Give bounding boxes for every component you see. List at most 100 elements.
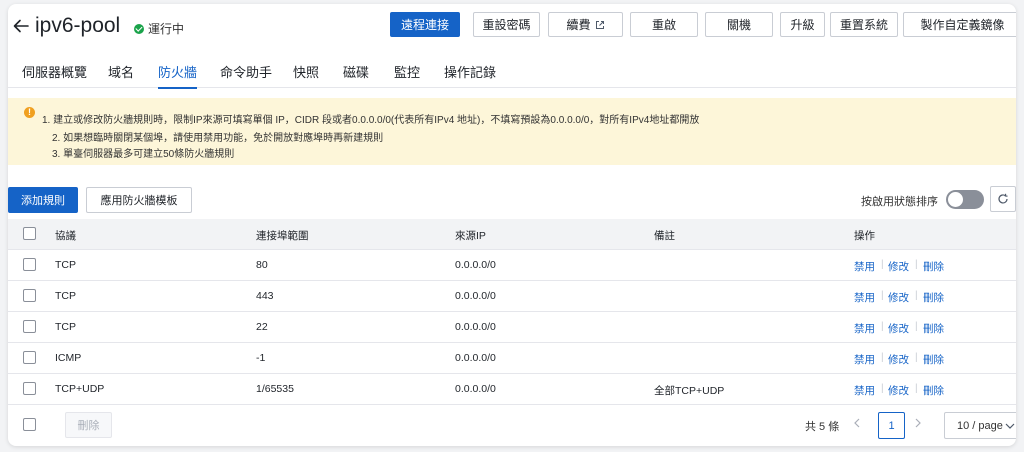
notice-line-2: 2. 如果想臨時關閉某個埠，請使用禁用功能，免於開放對應埠時再新建規則 [52, 133, 384, 144]
button-label: 關機 [726, 18, 751, 32]
page-number-1[interactable]: 1 [878, 412, 905, 439]
edit-rule-link[interactable]: 修改 [888, 259, 909, 274]
warning-icon: ! [24, 107, 35, 118]
row-checkbox[interactable] [23, 258, 36, 271]
tab-domain[interactable]: 域名 [108, 62, 134, 88]
button-label: 升級 [790, 18, 815, 32]
notice-line-3: 3. 單臺伺服器最多可建立50條防火牆規則 [52, 149, 235, 160]
action-separator: | [915, 383, 918, 394]
tab-firewall[interactable]: 防火牆 [158, 62, 198, 89]
tab-snapshot[interactable]: 快照 [293, 62, 319, 88]
row-checkbox[interactable] [23, 289, 36, 302]
sort-by-status-toggle[interactable] [946, 190, 984, 209]
footer-select-all-checkbox[interactable] [23, 418, 36, 431]
upgrade-button[interactable]: 升級 [780, 12, 825, 37]
toggle-knob [948, 192, 963, 207]
col-source-ip-cell: 0.0.0.0/0 [455, 383, 496, 395]
bulk-delete-button[interactable]: 刪除 [65, 412, 112, 438]
edit-rule-link[interactable]: 修改 [888, 290, 909, 305]
tab-monitoring[interactable]: 監控 [394, 62, 420, 88]
select-all-checkbox[interactable] [23, 227, 36, 240]
edit-rule-link[interactable]: 修改 [888, 321, 909, 336]
disable-rule-link[interactable]: 禁用 [854, 352, 875, 367]
col-source-ip-cell: 0.0.0.0/0 [455, 259, 496, 271]
reset-password-button[interactable]: 重設密碼 [473, 12, 540, 37]
col-protocol-cell: TCP [55, 321, 76, 333]
row-checkbox[interactable] [23, 382, 36, 395]
page-title: ipv6-pool [35, 14, 121, 37]
button-label: 遠程連接 [400, 18, 449, 32]
col-port-range-cell: -1 [256, 352, 266, 364]
tab-command-helper[interactable]: 命令助手 [220, 62, 272, 88]
edit-rule-link[interactable]: 修改 [888, 383, 909, 398]
col-port-range-cell: 1/65535 [256, 383, 294, 395]
back-arrow-icon[interactable] [12, 17, 30, 35]
col-note-header: 備註 [654, 230, 675, 242]
restart-button[interactable]: 重啟 [630, 12, 698, 37]
delete-rule-link[interactable]: 刪除 [923, 321, 944, 336]
col-note-cell: 全部TCP+UDP [654, 385, 725, 397]
remote-connect-button[interactable]: 遠程連接 [390, 12, 460, 37]
disable-rule-link[interactable]: 禁用 [854, 259, 875, 274]
col-protocol-cell: TCP+UDP [55, 383, 105, 395]
table-row: TCP 80 0.0.0.0/0 禁用 | 修改 | 刪除 [8, 250, 1016, 281]
col-source-ip-cell: 0.0.0.0/0 [455, 352, 496, 364]
chevron-down-icon [1005, 423, 1015, 429]
instance-header: ipv6-pool 運行中 遠程連接 重設密碼 續費 重啟 關機 升級 重置系統 製作自定義鏡… [8, 4, 1016, 48]
tab-bar: 伺服器概覽 域名 防火牆 命令助手 快照 磁碟 監控 操作記錄 [8, 62, 1016, 89]
delete-rule-link[interactable]: 刪除 [923, 383, 944, 398]
tab-server-overview[interactable]: 伺服器概覽 [22, 62, 87, 88]
edit-rule-link[interactable]: 修改 [888, 352, 909, 367]
col-protocol-cell: TCP [55, 259, 76, 271]
check-circle-icon [134, 23, 144, 34]
col-actions-header: 操作 [854, 230, 875, 242]
status-badge: 運行中 [134, 20, 184, 37]
action-separator: | [881, 259, 884, 270]
action-separator: | [881, 383, 884, 394]
tab-disk[interactable]: 磁碟 [343, 62, 369, 88]
refresh-button[interactable] [990, 186, 1016, 212]
next-page-icon[interactable] [911, 416, 925, 430]
action-separator: | [915, 290, 918, 301]
button-label: 製作自定義鏡像 [920, 18, 1005, 32]
col-source-ip-cell: 0.0.0.0/0 [455, 290, 496, 302]
table-row: TCP 22 0.0.0.0/0 禁用 | 修改 | 刪除 [8, 312, 1016, 343]
apply-template-button[interactable]: 應用防火牆模板 [86, 187, 192, 213]
button-label: 重啟 [651, 18, 676, 32]
button-label: 重設密碼 [482, 18, 531, 32]
page-size-select[interactable]: 10 / page [944, 412, 1016, 439]
table-row: TCP+UDP 1/65535 0.0.0.0/0 全部TCP+UDP 禁用 | 修改 | 刪除 [8, 374, 1016, 405]
prev-page-icon[interactable] [850, 416, 864, 430]
total-count: 共 5 條 [805, 421, 840, 433]
sort-by-status-label: 按啟用狀態排序 [861, 196, 938, 208]
row-checkbox[interactable] [23, 351, 36, 364]
delete-rule-link[interactable]: 刪除 [923, 259, 944, 274]
col-port-range-cell: 443 [256, 290, 274, 302]
disable-rule-link[interactable]: 禁用 [854, 321, 875, 336]
shutdown-button[interactable]: 關機 [705, 12, 773, 37]
action-separator: | [881, 352, 884, 363]
col-source-ip-cell: 0.0.0.0/0 [455, 321, 496, 333]
action-separator: | [915, 259, 918, 270]
disable-rule-link[interactable]: 禁用 [854, 290, 875, 305]
row-checkbox[interactable] [23, 320, 36, 333]
refresh-icon [998, 193, 1008, 204]
col-protocol-cell: ICMP [55, 352, 82, 364]
table-row: TCP 443 0.0.0.0/0 禁用 | 修改 | 刪除 [8, 281, 1016, 312]
action-separator: | [881, 321, 884, 332]
tab-operation-log[interactable]: 操作記錄 [444, 62, 496, 88]
reset-system-button[interactable]: 重置系統 [830, 12, 898, 37]
delete-rule-link[interactable]: 刪除 [923, 352, 944, 367]
table-row: ICMP -1 0.0.0.0/0 禁用 | 修改 | 刪除 [8, 343, 1016, 374]
delete-rule-link[interactable]: 刪除 [923, 290, 944, 305]
add-rule-button[interactable]: 添加規則 [8, 187, 78, 213]
disable-rule-link[interactable]: 禁用 [854, 383, 875, 398]
action-separator: | [915, 321, 918, 332]
action-separator: | [915, 352, 918, 363]
create-custom-image-button[interactable]: 製作自定義鏡像 [903, 12, 1016, 37]
col-port-range-cell: 22 [256, 321, 268, 333]
external-link-icon [595, 20, 604, 29]
page-size-value: 10 / page [957, 419, 1003, 432]
button-label: 重置系統 [839, 18, 888, 32]
renew-button[interactable]: 續費 [548, 12, 623, 37]
